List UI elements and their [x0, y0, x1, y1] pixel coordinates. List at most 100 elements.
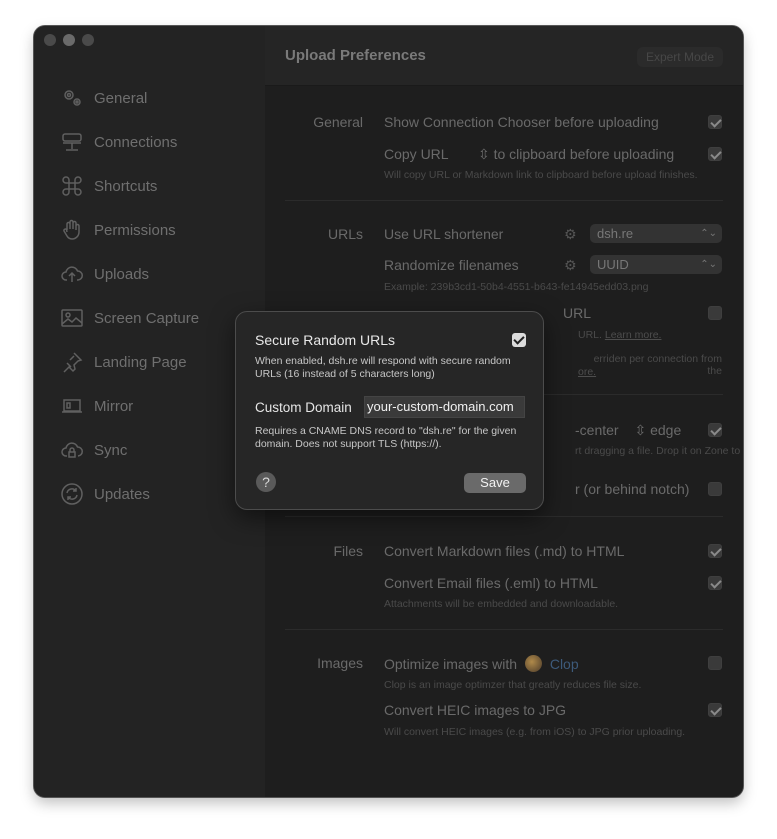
select-arrows-icon: ⇳ [634, 422, 647, 438]
cloud-lock-icon [59, 437, 85, 463]
sidebar-item-connections[interactable]: Connections [59, 127, 177, 157]
titlebar: Upload Preferences Expert Mode [265, 26, 743, 86]
sidebar-item-mirror[interactable]: Mirror [59, 391, 133, 421]
gear-icon[interactable]: ⚙ [564, 258, 578, 272]
copy-url-select[interactable]: Copy URL [384, 146, 448, 162]
sidebar-item-label: Shortcuts [94, 177, 158, 195]
use-shortener-label: Use URL shortener [384, 226, 504, 242]
randomize-label: Randomize filenames [384, 257, 519, 273]
markdown-checkbox[interactable] [708, 544, 722, 558]
randomize-select[interactable]: UUID ⌃⌄ [590, 255, 722, 274]
sidebar-item-sync[interactable]: Sync [59, 435, 127, 465]
sidebar-item-shortcuts[interactable]: Shortcuts [59, 171, 157, 201]
heic-checkbox[interactable] [708, 703, 722, 717]
help-button[interactable]: ? [256, 472, 276, 492]
show-chooser-label: Show Connection Chooser before uploading [384, 114, 659, 130]
partial-url-hint: URL. Learn more. [578, 329, 661, 341]
edge-value: edge [650, 422, 682, 438]
sidebar-item-updates[interactable]: Updates [59, 479, 150, 509]
show-chooser-checkbox[interactable] [708, 115, 722, 129]
section-label-general: General [313, 114, 363, 130]
traffic-lights [44, 34, 94, 46]
sidebar-item-label: Landing Page [94, 353, 187, 371]
secure-urls-description: When enabled, dsh.re will respond with s… [255, 355, 511, 380]
randomize-select-value: UUID [597, 257, 629, 272]
sidebar-item-uploads[interactable]: Uploads [59, 259, 149, 289]
notch-label: r (or behind notch) [575, 481, 690, 497]
popover-title: Secure Random URLs [255, 332, 396, 348]
partial-hint-text: URL. [578, 329, 602, 341]
pin-icon [59, 349, 85, 375]
sidebar-item-landing-page[interactable]: Landing Page [59, 347, 187, 377]
sidebar-item-label: General [94, 89, 148, 107]
copy-url-row: Copy URL ⇳ to clipboard before uploading [384, 146, 674, 163]
override-more: ore. [578, 366, 596, 378]
shortener-select[interactable]: dsh.re ⌃⌄ [590, 224, 722, 243]
dropzone-position-select[interactable]: -center ⇳ edge [575, 422, 681, 439]
section-label-images: Images [317, 655, 363, 671]
sidebar: General Connections Shortcuts Permission… [34, 26, 265, 797]
sidebar-item-label: Connections [94, 133, 178, 151]
command-icon [59, 173, 85, 199]
custom-domain-input[interactable]: your-custom-domain.com [364, 396, 525, 418]
copy-url-hint: Will copy URL or Markdown link to clipbo… [384, 169, 698, 181]
notch-checkbox[interactable] [708, 482, 722, 496]
sidebar-item-label: Mirror [94, 397, 134, 415]
dropzone-hint: rt dragging a file. Drop it on Zone to [575, 445, 741, 457]
secure-urls-checkbox[interactable] [512, 333, 526, 347]
minimize-window-button[interactable] [63, 34, 75, 46]
sidebar-item-label: Permissions [94, 221, 176, 239]
sidebar-item-label: Sync [94, 441, 128, 459]
email-hint: Attachments will be embedded and downloa… [384, 598, 619, 610]
partial-url-row: URL [563, 305, 592, 321]
randomize-example: Example: 239b3cd1-50b4-4551-b643-fe14945… [384, 281, 649, 293]
divider [285, 629, 723, 630]
dropzone-checkbox[interactable] [708, 423, 722, 437]
page-title: Upload Preferences [285, 47, 426, 64]
optimize-label: Optimize images with [384, 656, 518, 672]
gears-icon [59, 85, 85, 111]
position-value: -center [575, 422, 619, 438]
clop-link[interactable]: Clop [550, 656, 579, 672]
gear-icon[interactable]: ⚙ [564, 227, 578, 241]
sidebar-item-general[interactable]: General [59, 83, 147, 113]
optimize-row: Optimize images with Clop [384, 655, 579, 672]
chevron-updown-icon: ⌃⌄ [700, 259, 717, 270]
expert-mode-button[interactable]: Expert Mode [636, 47, 723, 67]
sidebar-item-label: Uploads [94, 265, 150, 283]
cloud-upload-icon [59, 261, 85, 287]
sidebar-item-screen-capture[interactable]: Screen Capture [59, 303, 199, 333]
url-option-checkbox[interactable] [708, 306, 722, 320]
heic-hint: Will convert HEIC images (e.g. from iOS)… [384, 726, 686, 738]
heic-label: Convert HEIC images to JPG [384, 702, 567, 718]
sidebar-item-permissions[interactable]: Permissions [59, 215, 176, 245]
section-label-urls: URLs [327, 226, 363, 242]
learn-more-link[interactable]: Learn more. [605, 329, 662, 341]
divider [285, 516, 723, 517]
laptop-icon [59, 393, 85, 419]
refresh-icon [59, 481, 85, 507]
sidebar-item-label: Updates [94, 485, 150, 503]
section-label-files: Files [333, 543, 363, 559]
email-label: Convert Email files (.eml) to HTML [384, 575, 598, 591]
copy-url-suffix: to clipboard before uploading [493, 146, 675, 162]
select-arrows-icon: ⇳ [477, 146, 490, 162]
hand-icon [59, 217, 85, 243]
photo-icon [59, 305, 85, 331]
custom-domain-description: Requires a CNAME DNS record to "dsh.re" … [255, 425, 517, 450]
server-icon [59, 129, 85, 155]
markdown-label: Convert Markdown files (.md) to HTML [384, 543, 625, 559]
email-checkbox[interactable] [708, 576, 722, 590]
copy-url-checkbox[interactable] [708, 147, 722, 161]
optimize-checkbox[interactable] [708, 656, 722, 670]
clop-app-icon [524, 655, 542, 672]
close-window-button[interactable] [44, 34, 56, 46]
secure-urls-popover: Secure Random URLs When enabled, dsh.re … [235, 311, 544, 510]
shortener-select-value: dsh.re [597, 226, 634, 241]
save-button[interactable]: Save [464, 473, 526, 493]
custom-domain-label: Custom Domain [255, 400, 352, 415]
more-link[interactable]: ore. [578, 366, 596, 378]
divider [285, 200, 723, 201]
zoom-window-button[interactable] [82, 34, 94, 46]
chevron-updown-icon: ⌃⌄ [700, 228, 717, 239]
